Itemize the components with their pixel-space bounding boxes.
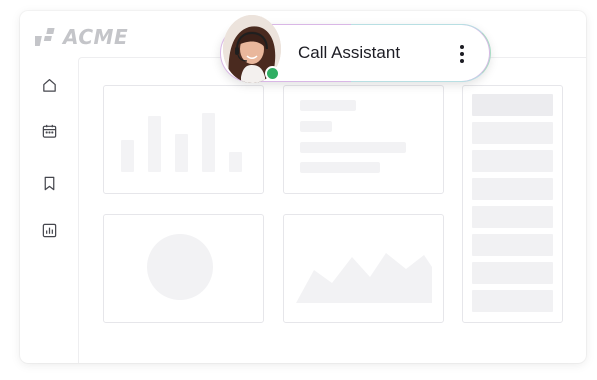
acme-logo[interactable]: ACME bbox=[35, 24, 128, 50]
placeholder-row bbox=[472, 206, 553, 228]
placeholder-pie bbox=[147, 234, 213, 300]
home-icon bbox=[42, 78, 56, 92]
placeholder-row bbox=[472, 234, 553, 256]
dashboard-area bbox=[78, 57, 586, 363]
placeholder-area bbox=[296, 253, 432, 303]
placeholder-line bbox=[300, 100, 356, 111]
placeholder-line bbox=[300, 142, 406, 153]
logo-text: ACME bbox=[63, 25, 129, 49]
list-card-placeholder bbox=[462, 85, 563, 323]
placeholder-row bbox=[472, 262, 553, 284]
sidebar-item-reports[interactable] bbox=[38, 219, 60, 241]
online-status-indicator bbox=[265, 66, 280, 81]
placeholder-bar bbox=[202, 113, 215, 172]
placeholder-row bbox=[472, 122, 553, 144]
placeholder-line bbox=[300, 121, 332, 132]
placeholder-bar bbox=[175, 134, 188, 172]
sidebar-item-home[interactable] bbox=[38, 74, 60, 96]
placeholder-line bbox=[300, 162, 380, 173]
placeholder-row bbox=[472, 94, 553, 116]
sidebar-item-bookmarks[interactable] bbox=[38, 172, 60, 194]
assistant-title: Call Assistant bbox=[298, 43, 401, 62]
placeholder-row bbox=[472, 290, 553, 312]
area-card-placeholder bbox=[283, 214, 444, 323]
pie-card-placeholder bbox=[103, 214, 264, 323]
placeholder-bar bbox=[229, 152, 242, 172]
text-card-placeholder bbox=[283, 85, 444, 194]
placeholder-row bbox=[472, 150, 553, 172]
kebab-menu-icon[interactable] bbox=[454, 43, 470, 67]
placeholder-bar bbox=[148, 116, 161, 172]
logo-mark-icon bbox=[35, 28, 55, 46]
sidebar bbox=[20, 57, 78, 363]
calendar-icon bbox=[42, 124, 56, 138]
placeholder-row bbox=[472, 178, 553, 200]
bar-chart-icon bbox=[42, 223, 56, 237]
placeholder-bar bbox=[121, 140, 134, 172]
sidebar-item-calendar[interactable] bbox=[38, 120, 60, 142]
chart-card-placeholder bbox=[103, 85, 264, 194]
bookmark-icon bbox=[44, 176, 54, 190]
